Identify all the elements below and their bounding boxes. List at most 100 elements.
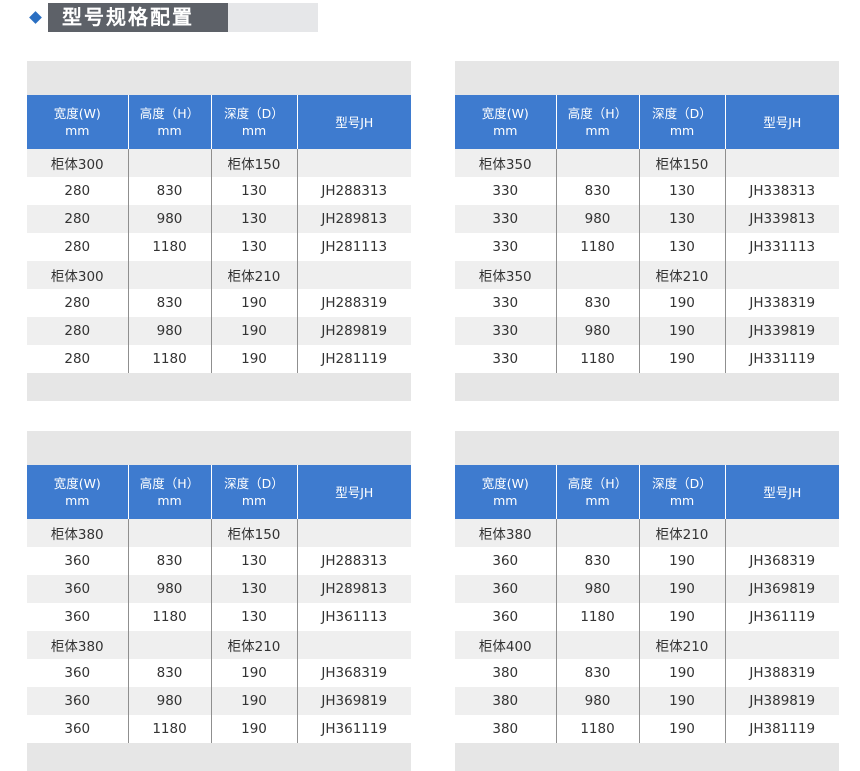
header-height: 高度（H） mm xyxy=(128,465,212,519)
page-title: 型号规格配置 xyxy=(48,3,228,32)
header-depth: 深度（D） mm xyxy=(211,465,298,519)
header-model: 型号JH xyxy=(297,95,411,149)
cell-height: 1180 xyxy=(556,715,640,743)
cell-model: JH388319 xyxy=(749,665,816,681)
cell-model: JH361119 xyxy=(749,609,816,625)
cell-model: JH281119 xyxy=(321,351,388,367)
header-width-label: 宽度(W) xyxy=(53,476,101,491)
cell-width: 360 xyxy=(455,575,557,603)
cell-depth: 柜体150 xyxy=(211,149,298,177)
table-row: 330 830 130 JH338313 xyxy=(455,177,839,205)
header-width-label: 宽度(W) xyxy=(53,106,101,121)
cell-width: 380 xyxy=(455,715,557,743)
cell-model: JH331113 xyxy=(749,239,816,255)
cell-depth: 190 xyxy=(211,659,298,687)
cell-height: 980 xyxy=(556,205,640,233)
cell-width: 280 xyxy=(27,317,129,345)
cell-width: 280 xyxy=(27,177,129,205)
cell-width: 360 xyxy=(455,603,557,631)
cell-depth: 130 xyxy=(639,205,726,233)
group-row: 柜体380 柜体210 xyxy=(27,631,411,659)
table-row: 360 830 130 JH288313 xyxy=(27,547,411,575)
cell-depth: 190 xyxy=(211,687,298,715)
cell-depth: 130 xyxy=(211,547,298,575)
header-width-unit: mm xyxy=(65,123,90,138)
cell-height: 830 xyxy=(128,289,212,317)
table-row: 380 980 190 JH389819 xyxy=(455,687,839,715)
table-row: 380 1180 190 JH381119 xyxy=(455,715,839,743)
cell-width: 360 xyxy=(27,547,129,575)
cell-width: 380 xyxy=(455,659,557,687)
cell-width: 330 xyxy=(455,317,557,345)
header-depth-unit: mm xyxy=(669,493,695,508)
cell-height: 980 xyxy=(128,317,212,345)
header-depth-label: 深度（D） xyxy=(224,476,284,491)
cell-model xyxy=(297,261,411,289)
header-height-unit: mm xyxy=(585,123,610,138)
cell-model: JH339813 xyxy=(725,205,839,233)
group-row: 柜体300 柜体150 xyxy=(27,149,411,177)
header-height-unit: mm xyxy=(157,123,182,138)
header-width: 宽度(W) mm xyxy=(455,95,557,149)
header-width-unit: mm xyxy=(493,123,518,138)
group-row: 柜体380 柜体210 xyxy=(455,519,839,547)
header-depth: 深度（D） mm xyxy=(211,95,298,149)
spec-table-panel-2: 宽度(W) mm 高度（H） mm 深度（D） mm 型号JH 柜体350 柜体150 330 83… xyxy=(455,61,839,401)
cell-model: JH389819 xyxy=(725,687,839,715)
cell-model: JH369819 xyxy=(297,687,411,715)
group-row: 柜体300 柜体210 xyxy=(27,261,411,289)
table-row: 360 1180 130 JH361113 xyxy=(27,603,411,631)
header-height-label: 高度（H） xyxy=(139,106,200,121)
header-model: 型号JH xyxy=(725,465,839,519)
table-row: 360 830 190 JH368319 xyxy=(455,547,839,575)
header-height-label: 高度（H） xyxy=(567,106,628,121)
cell-model: JH339819 xyxy=(725,317,839,345)
table-row: 280 1180 130 JH281113 xyxy=(27,233,411,261)
cell-depth: 190 xyxy=(639,289,726,317)
table-row: 330 980 130 JH339813 xyxy=(455,205,839,233)
spec-table-panel-3: 宽度(W) mm 高度（H） mm 深度（D） mm 型号JH 柜体380 柜体150 360 83… xyxy=(27,431,411,771)
cell-width: 330 xyxy=(455,345,557,373)
cell-width: 柜体350 xyxy=(455,149,557,177)
cell-height xyxy=(556,261,640,289)
cell-model: JH361113 xyxy=(321,609,388,625)
header-width: 宽度(W) mm xyxy=(27,95,129,149)
section-header: 型号规格配置 xyxy=(0,0,860,40)
spec-table: 宽度(W) mm 高度（H） mm 深度（D） mm 型号JH 柜体380 柜体150 360 83… xyxy=(27,465,411,743)
group-row: 柜体380 柜体150 xyxy=(27,519,411,547)
table-top-band xyxy=(455,61,839,95)
header-height-unit: mm xyxy=(585,493,610,508)
cell-height xyxy=(128,149,212,177)
cell-depth: 柜体210 xyxy=(639,519,726,547)
table-row: 280 980 190 JH289819 xyxy=(27,317,411,345)
cell-height: 1180 xyxy=(556,345,640,373)
header-height-unit: mm xyxy=(157,493,182,508)
cell-height: 1180 xyxy=(128,603,212,631)
cell-model xyxy=(725,149,839,177)
cell-depth: 柜体150 xyxy=(639,149,726,177)
cell-depth: 柜体210 xyxy=(211,631,298,659)
cell-model: JH369819 xyxy=(725,575,839,603)
table-row: 380 830 190 JH388319 xyxy=(455,659,839,687)
cell-width: 360 xyxy=(455,547,557,575)
cell-height: 830 xyxy=(556,289,640,317)
spec-table: 宽度(W) mm 高度（H） mm 深度（D） mm 型号JH 柜体380 柜体210 360 83… xyxy=(455,465,839,743)
spec-table: 宽度(W) mm 高度（H） mm 深度（D） mm 型号JH 柜体300 柜体150 280 83… xyxy=(27,95,411,373)
cell-width: 280 xyxy=(27,289,129,317)
cell-model: JH368319 xyxy=(749,553,816,569)
table-header-row: 宽度(W) mm 高度（H） mm 深度（D） mm 型号JH xyxy=(455,95,839,149)
cell-model: JH289813 xyxy=(297,575,411,603)
spec-table: 宽度(W) mm 高度（H） mm 深度（D） mm 型号JH 柜体350 柜体150 330 83… xyxy=(455,95,839,373)
cell-width: 柜体380 xyxy=(455,519,557,547)
cell-model: JH289813 xyxy=(297,205,411,233)
cell-depth: 柜体150 xyxy=(211,519,298,547)
table-header-row: 宽度(W) mm 高度（H） mm 深度（D） mm 型号JH xyxy=(455,465,839,519)
header-depth-label: 深度（D） xyxy=(652,476,712,491)
table-top-band xyxy=(27,61,411,95)
cell-depth: 130 xyxy=(211,205,298,233)
header-depth-label: 深度（D） xyxy=(652,106,712,121)
cell-height: 1180 xyxy=(556,233,640,261)
cell-width: 380 xyxy=(455,687,557,715)
header-width: 宽度(W) mm xyxy=(27,465,129,519)
header-depth-unit: mm xyxy=(241,123,267,138)
